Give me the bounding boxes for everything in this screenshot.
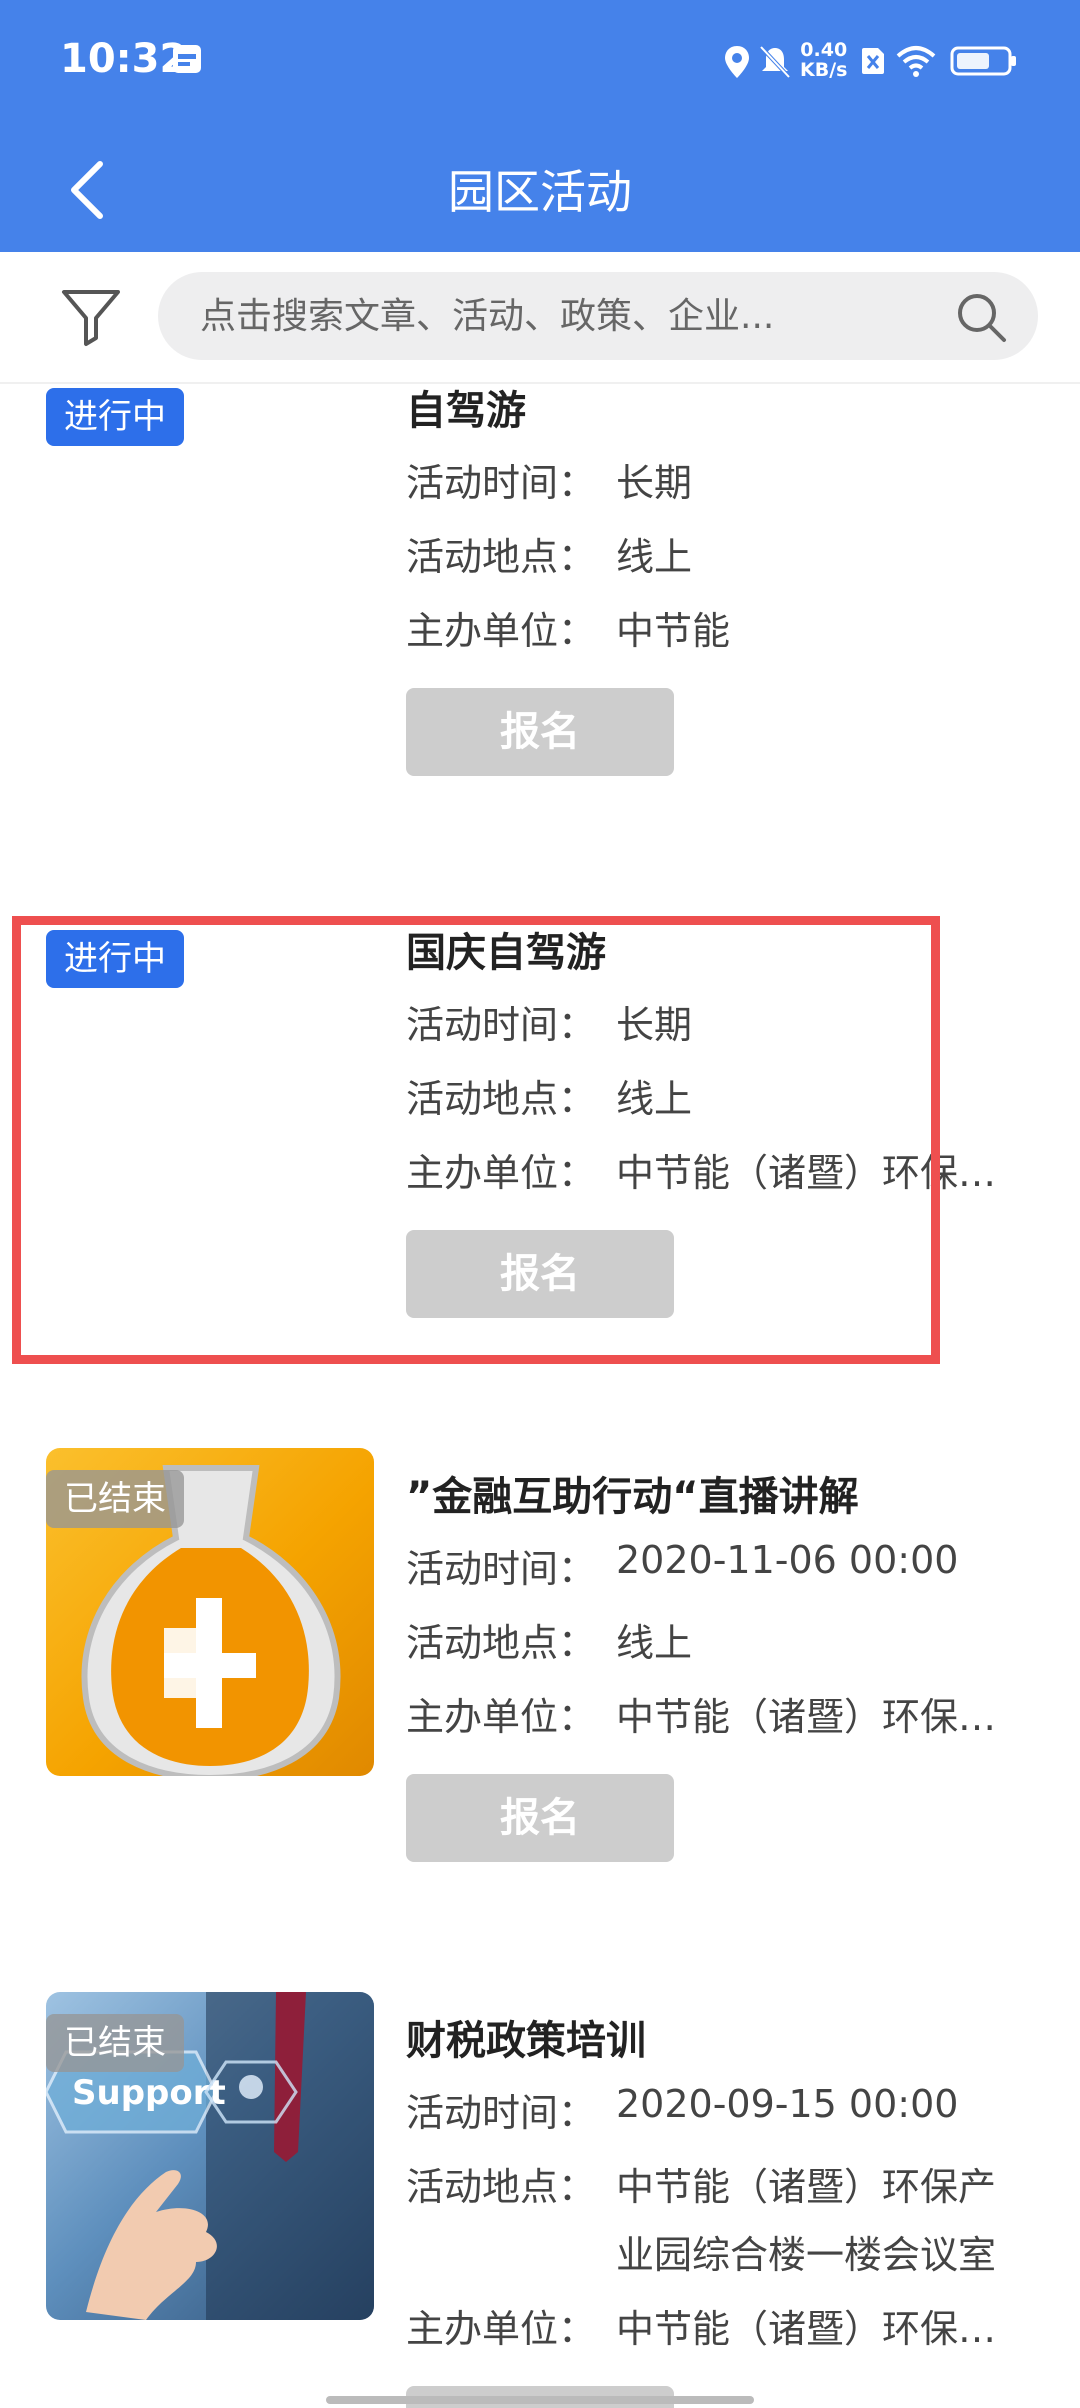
wifi-icon: [896, 46, 936, 77]
activity-title: 财税政策培训: [406, 2018, 646, 2064]
activity-time: 活动时间： 长期: [406, 452, 692, 507]
network-speed-unit: KB/s: [800, 59, 848, 81]
search-icon[interactable]: [954, 290, 1008, 344]
activity-time-label: 活动时间：: [406, 2091, 597, 2135]
activity-place-continued: 业园综合楼一楼会议室: [406, 2224, 996, 2277]
activity-time: 活动时间： 2020-09-15 00:00: [406, 2082, 958, 2137]
activity-list: 进行中 自驾游 活动时间： 长期 活动地点： 线上 主办单位： 中节能 报名 进行中 …: [0, 384, 1080, 2408]
status-badge: 进行中: [46, 388, 184, 446]
signup-button[interactable]: 报名: [406, 688, 674, 776]
status-badge: 已结束: [46, 1470, 184, 1528]
nav-bar: 园区活动: [0, 126, 1080, 252]
battery-icon: [950, 46, 1016, 76]
activity-place: 活动地点： 线上: [406, 526, 692, 581]
status-bar: 10:32 0.40 KB/s: [0, 0, 1080, 126]
activity-host-label: 主办单位：: [406, 1695, 597, 1739]
support-text: Support: [72, 2073, 226, 2113]
status-badge: 已结束: [46, 2014, 184, 2072]
activity-place: 活动地点： 线上: [406, 1612, 692, 1667]
activity-place-value: 线上: [616, 1621, 693, 1665]
mute-bell-icon: [759, 45, 791, 79]
activity-host: 主办单位： 中节能（诸暨）环保…: [406, 2298, 996, 2353]
filter-icon[interactable]: [56, 280, 126, 350]
signup-button[interactable]: 报名: [406, 1774, 674, 1862]
activity-place-value: 中节能（诸暨）环保产: [616, 2165, 997, 2209]
activity-place-label: 活动地点：: [406, 535, 597, 579]
activity-host-label: 主办单位：: [406, 609, 597, 653]
activity-host-value: 中节能: [616, 609, 731, 653]
activity-time-value: 2020-11-06 00:00: [616, 1538, 959, 1582]
activity-time-value: 2020-09-15 00:00: [616, 2082, 959, 2126]
activity-host-value: 中节能（诸暨）环保…: [616, 2307, 997, 2351]
activity-host: 主办单位： 中节能（诸暨）环保…: [406, 1686, 996, 1741]
activity-title: 自驾游: [406, 388, 526, 434]
activity-place-label: 活动地点：: [406, 2165, 597, 2209]
activity-place-value-line2: 业园综合楼一楼会议室: [616, 2233, 997, 2277]
activity-time-label: 活动时间：: [406, 1547, 597, 1591]
calendar-icon: [173, 45, 201, 73]
network-speed: 0.40 KB/s: [800, 40, 847, 80]
status-time: 10:32: [60, 36, 188, 82]
activity-time-label: 活动时间：: [406, 461, 597, 505]
search-box[interactable]: [158, 272, 1038, 360]
activity-time: 活动时间： 2020-11-06 00:00: [406, 1538, 958, 1593]
activity-place-value: 线上: [616, 535, 693, 579]
activity-place: 活动地点： 中节能（诸暨）环保产: [406, 2156, 996, 2211]
activity-host-value: 中节能（诸暨）环保…: [616, 1695, 997, 1739]
no-sim-icon: [862, 48, 884, 74]
activity-place-label: 活动地点：: [406, 1621, 597, 1665]
highlight-box: [12, 916, 940, 1364]
activity-host-label: 主办单位：: [406, 2307, 597, 2351]
page-title: 园区活动: [448, 165, 632, 219]
search-bar: [0, 252, 1080, 384]
location-icon: [725, 46, 749, 78]
activity-title: ”金融互助行动“直播讲解: [406, 1474, 859, 1520]
home-indicator[interactable]: [326, 2396, 754, 2404]
activity-time-value: 长期: [616, 461, 693, 505]
activity-host: 主办单位： 中节能: [406, 600, 730, 655]
search-input[interactable]: [200, 272, 940, 360]
network-speed-value: 0.40: [800, 39, 848, 61]
